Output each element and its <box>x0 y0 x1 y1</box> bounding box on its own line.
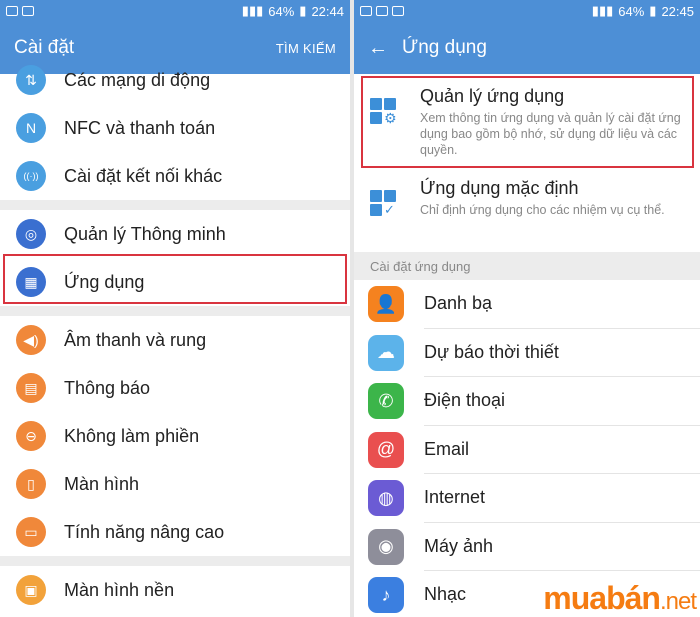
settings-item[interactable]: ▭ Tính năng nâng cao <box>0 508 350 556</box>
app-item-label: Email <box>424 426 700 474</box>
default-apps-item[interactable]: ✓ Ứng dụng mặc định Chỉ định ứng dụng ch… <box>354 166 700 252</box>
section-header: Cài đặt ứng dụng <box>354 252 700 280</box>
network-icon: ⇅ <box>16 65 46 95</box>
settings-item-label: Các mạng di động <box>64 69 211 90</box>
battery-icon: ▮ <box>299 3 307 18</box>
app-item[interactable]: @ Email <box>354 426 700 474</box>
settings-item[interactable]: ◀) Âm thanh và rung <box>0 316 350 364</box>
app-item[interactable]: ◉ Máy ảnh <box>354 523 700 571</box>
default-apps-desc: Chỉ định ứng dụng cho các nhiệm vụ cụ th… <box>420 203 665 217</box>
battery-icon: ▮ <box>649 3 657 18</box>
back-arrow-icon[interactable]: ← <box>368 37 388 60</box>
watermark-tld: .net <box>659 588 697 615</box>
settings-item[interactable]: N NFC và thanh toán <box>0 104 350 152</box>
highlight-box <box>3 254 347 304</box>
connection-icon: ((·)) <box>16 161 46 191</box>
status-bar: ▮▮▮ 64% ▮ 22:45 <box>354 0 700 22</box>
apps-screen: ▮▮▮ 64% ▮ 22:45 ← Ứng dụng ⚙ Quản lý ứng… <box>354 0 700 617</box>
settings-item[interactable]: ⇅ Các mạng di động <box>0 56 350 104</box>
signal-icon: ▮▮▮ <box>241 3 264 18</box>
settings-item-label: Màn hình nền <box>64 579 175 600</box>
gallery-icon <box>22 6 34 16</box>
sound-icon: ◀) <box>16 325 46 355</box>
settings-item-label: Không làm phiền <box>64 425 200 446</box>
settings-item-label: Màn hình <box>64 473 140 494</box>
internet-icon: ◍ <box>368 480 404 517</box>
camera-icon: ◉ <box>368 528 404 565</box>
search-button[interactable]: TÌM KIẾM <box>276 41 336 56</box>
app-list: 👤 Danh bạ ☁ Dự báo thời thiết ✆ Điện thoại @ Em… <box>354 280 700 617</box>
settings-item[interactable]: ⊖ Không làm phiền <box>0 412 350 460</box>
settings-item-label: Âm thanh và rung <box>64 329 207 350</box>
message-icon <box>360 6 372 16</box>
message-icon <box>6 6 18 16</box>
status-bar: ▮▮▮ 64% ▮ 22:44 <box>0 0 350 22</box>
settings-item-label: Thông báo <box>64 377 151 398</box>
app-item[interactable]: ✆ Điện thoại <box>354 377 700 426</box>
section-divider <box>0 200 350 210</box>
do-not-disturb-icon: ⊖ <box>16 421 46 451</box>
settings-item[interactable]: ▯ Màn hình <box>0 460 350 508</box>
section-divider <box>0 556 350 566</box>
app-item-label: Internet <box>424 474 700 523</box>
section-divider <box>0 306 350 316</box>
nfc-icon: N <box>16 113 46 143</box>
default-apps-icon: ✓ <box>370 190 398 220</box>
contacts-icon: 👤 <box>368 286 404 323</box>
watermark-logo: muabán.net <box>543 580 697 617</box>
weather-icon: ☁ <box>368 334 404 371</box>
settings-item-label: Cài đặt kết nối khác <box>64 165 223 186</box>
page-title: Ứng dụng <box>402 37 487 58</box>
settings-item[interactable]: ◎ Quản lý Thông minh <box>0 210 350 258</box>
settings-screen: ▮▮▮ 64% ▮ 22:44 Cài đặt TÌM KIẾM ⇅ Các mạ… <box>0 0 350 617</box>
notification-icon: ▤ <box>16 373 46 403</box>
settings-item[interactable]: ▤ Thông báo <box>0 364 350 412</box>
signal-icon: ▮▮▮ <box>591 3 614 18</box>
display-icon: ▯ <box>16 469 46 499</box>
clock: 22:45 <box>661 3 694 19</box>
settings-item[interactable]: ((·)) Cài đặt kết nối khác <box>0 152 350 200</box>
app-item-label: Danh bạ <box>424 280 700 329</box>
app-bar: ← Ứng dụng <box>354 22 700 74</box>
app-item[interactable]: ☁ Dự báo thời thiết <box>354 329 700 377</box>
default-apps-title: Ứng dụng mặc định <box>420 178 579 198</box>
wallpaper-icon: ▣ <box>16 575 46 605</box>
highlight-box <box>361 76 694 168</box>
battery-level: 64% <box>268 3 295 19</box>
clock: 22:44 <box>311 3 344 19</box>
music-icon: ♪ <box>368 577 404 614</box>
app-item[interactable]: ◍ Internet <box>354 474 700 523</box>
app-item[interactable]: 👤 Danh bạ <box>354 280 700 329</box>
gallery-icon <box>376 6 388 16</box>
app-item-label: Máy ảnh <box>424 523 700 571</box>
email-icon: @ <box>368 431 404 468</box>
battery-level: 64% <box>618 3 645 19</box>
settings-list: ⇅ Các mạng di động N NFC và thanh toán ((·))… <box>0 56 350 614</box>
advanced-features-icon: ▭ <box>16 517 46 547</box>
app-item-label: Điện thoại <box>424 377 700 426</box>
watermark-brand: muabán <box>543 580 661 616</box>
settings-item-label: NFC và thanh toán <box>64 117 216 138</box>
settings-item[interactable]: ▣ Màn hình nền <box>0 566 350 614</box>
settings-item-label: Tính năng nâng cao <box>64 521 225 542</box>
settings-item-label: Quản lý Thông minh <box>64 223 226 244</box>
smart-manager-icon: ◎ <box>16 219 46 249</box>
app-item-label: Dự báo thời thiết <box>424 329 700 377</box>
notification-icon <box>392 6 404 16</box>
phone-icon: ✆ <box>368 383 404 420</box>
